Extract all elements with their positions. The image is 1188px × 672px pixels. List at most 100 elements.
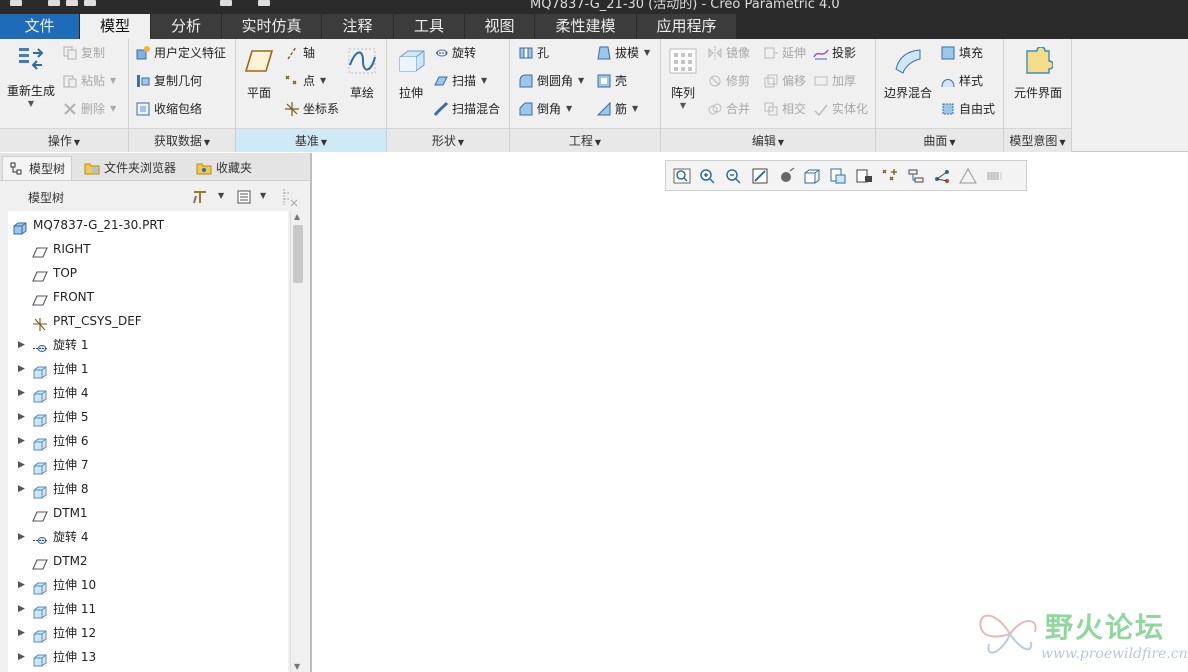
expand-arrow-icon[interactable]: ▶: [18, 477, 25, 501]
group-label-operations[interactable]: 操作 ▼: [0, 128, 128, 152]
chamfer-button[interactable]: 倒角 ▼: [518, 99, 572, 119]
expand-arrow-icon[interactable]: ▶: [18, 357, 25, 381]
tree-row[interactable]: ▶ 旋转 1: [8, 333, 288, 357]
tree-row[interactable]: ▶ 拉伸 7: [8, 453, 288, 477]
pattern-dropdown-icon[interactable]: ▼: [665, 101, 701, 110]
tree-row[interactable]: ▶ 拉伸 1: [8, 357, 288, 381]
scroll-up-icon[interactable]: ▲: [294, 212, 300, 221]
refit-icon[interactable]: [672, 167, 692, 185]
datum-display-icon[interactable]: [880, 167, 900, 185]
appearance-icon[interactable]: [984, 167, 1004, 185]
regenerate-dropdown-icon[interactable]: ▼: [4, 99, 58, 108]
expand-arrow-icon[interactable]: ▶: [18, 381, 25, 405]
delete-button[interactable]: 删除 ▼: [62, 99, 116, 119]
shell-button[interactable]: 壳: [596, 71, 627, 91]
freestyle-button[interactable]: 自由式: [940, 99, 995, 119]
tab-file[interactable]: 文件: [0, 14, 80, 39]
draft-button[interactable]: 拔模 ▼: [596, 43, 650, 63]
tree-row[interactable]: ▶ 拉伸 13: [8, 645, 288, 669]
rib-button[interactable]: 筋 ▼: [596, 99, 638, 119]
copy-geometry-button[interactable]: 复制几何: [135, 71, 202, 91]
open-file-icon[interactable]: [66, 0, 78, 6]
project-button[interactable]: 投影: [813, 43, 856, 63]
hole-button[interactable]: 孔: [518, 43, 549, 63]
graphics-area[interactable]: [314, 153, 1188, 672]
save-icon[interactable]: [84, 0, 96, 6]
shrinkwrap-button[interactable]: 收缩包络: [135, 99, 202, 119]
tree-row[interactable]: RIGHT: [8, 237, 288, 261]
user-defined-feature-button[interactable]: 用户定义特征: [135, 43, 226, 63]
sketch-button[interactable]: 草绘: [342, 47, 382, 101]
tree-row[interactable]: ▶ 拉伸 8: [8, 477, 288, 501]
perspective-icon[interactable]: [854, 167, 874, 185]
offset-button[interactable]: 偏移: [763, 71, 806, 91]
expand-arrow-icon[interactable]: ▶: [18, 453, 25, 477]
tree-row[interactable]: ▶ 旋转 4: [8, 525, 288, 549]
annotation-display-icon[interactable]: [906, 167, 926, 185]
tree-row[interactable]: DTM1: [8, 501, 288, 525]
tree-filter-icon[interactable]: [280, 187, 300, 207]
tab-tools[interactable]: 工具: [394, 14, 465, 39]
pattern-button[interactable]: 阵列 ▼: [665, 47, 701, 110]
tab-model[interactable]: 模型: [80, 14, 151, 39]
expand-arrow-icon[interactable]: ▶: [18, 405, 25, 429]
expand-arrow-icon[interactable]: ▶: [18, 333, 25, 357]
new-file-icon[interactable]: [48, 0, 60, 6]
zoom-out-icon[interactable]: [724, 167, 744, 185]
fill-button[interactable]: 填充: [940, 43, 983, 63]
expand-arrow-icon[interactable]: ▶: [18, 525, 25, 549]
revolve-button[interactable]: 旋转: [433, 43, 476, 63]
round-button[interactable]: 倒圆角 ▼: [518, 71, 584, 91]
windows-icon[interactable]: [258, 0, 270, 6]
tab-model-tree[interactable]: 模型树: [2, 156, 73, 180]
trim-button[interactable]: 修剪: [707, 71, 750, 91]
tab-favorites[interactable]: 收藏夹: [190, 156, 258, 180]
saved-orientations-icon[interactable]: [802, 167, 822, 185]
expand-arrow-icon[interactable]: ▶: [18, 573, 25, 597]
extrude-button[interactable]: 拉伸: [391, 47, 431, 101]
spin-center-icon[interactable]: [932, 167, 952, 185]
tree-row[interactable]: ▶ 拉伸 11: [8, 597, 288, 621]
group-label-shapes[interactable]: 形状 ▼: [387, 128, 509, 152]
tree-settings-icon[interactable]: [192, 189, 208, 205]
tab-annotate[interactable]: 注释: [322, 14, 394, 39]
tree-row[interactable]: ▶ 拉伸 12: [8, 621, 288, 645]
display-style-icon[interactable]: [776, 167, 796, 185]
tab-folder-browser[interactable]: 文件夹浏览器: [78, 156, 182, 180]
mirror-button[interactable]: 镜像: [707, 43, 750, 63]
tree-row[interactable]: MQ7837-G_21-30.PRT: [8, 213, 288, 237]
group-label-get-data[interactable]: 获取数据 ▼: [129, 128, 235, 152]
tree-row[interactable]: DTM2: [8, 549, 288, 573]
extend-button[interactable]: 延伸: [763, 43, 806, 63]
tree-row[interactable]: ▶ 拉伸 10: [8, 573, 288, 597]
component-interface-button[interactable]: 元件界面: [1008, 46, 1068, 101]
tab-flexible-modeling[interactable]: 柔性建模: [535, 14, 637, 39]
zoom-in-icon[interactable]: [698, 167, 718, 185]
tree-row[interactable]: PRT_CSYS_DEF: [8, 309, 288, 333]
expand-arrow-icon[interactable]: ▶: [18, 621, 25, 645]
regenerate-quick-icon[interactable]: [220, 0, 232, 6]
thicken-button[interactable]: 加厚: [813, 71, 856, 91]
expand-arrow-icon[interactable]: ▶: [18, 597, 25, 621]
plane-button[interactable]: 平面: [240, 47, 278, 101]
copy-button[interactable]: 复制: [62, 43, 105, 63]
note-display-icon[interactable]: [958, 167, 978, 185]
tree-scrollbar[interactable]: ▲ ▼: [290, 211, 304, 672]
app-icon[interactable]: [10, 0, 22, 6]
group-label-engineering[interactable]: 工程 ▼: [510, 128, 660, 152]
tab-view[interactable]: 视图: [465, 14, 535, 39]
solidify-button[interactable]: 实体化: [813, 99, 868, 119]
repaint-icon[interactable]: [750, 167, 770, 185]
group-label-datum[interactable]: 基准 ▼: [236, 128, 386, 152]
scroll-down-icon[interactable]: ▼: [294, 662, 300, 671]
group-label-surfaces[interactable]: 曲面 ▼: [876, 128, 1003, 152]
intersect-button[interactable]: 相交: [763, 99, 806, 119]
point-button[interactable]: 点 ▼: [284, 71, 326, 91]
axis-button[interactable]: 轴: [284, 43, 315, 63]
sweep-button[interactable]: 扫描 ▼: [433, 71, 487, 91]
coordinate-system-button[interactable]: 坐标系: [284, 99, 339, 119]
tree-row[interactable]: FRONT: [8, 285, 288, 309]
tab-applications[interactable]: 应用程序: [637, 14, 737, 39]
group-label-editing[interactable]: 编辑 ▼: [661, 128, 875, 152]
expand-arrow-icon[interactable]: ▶: [18, 429, 25, 453]
